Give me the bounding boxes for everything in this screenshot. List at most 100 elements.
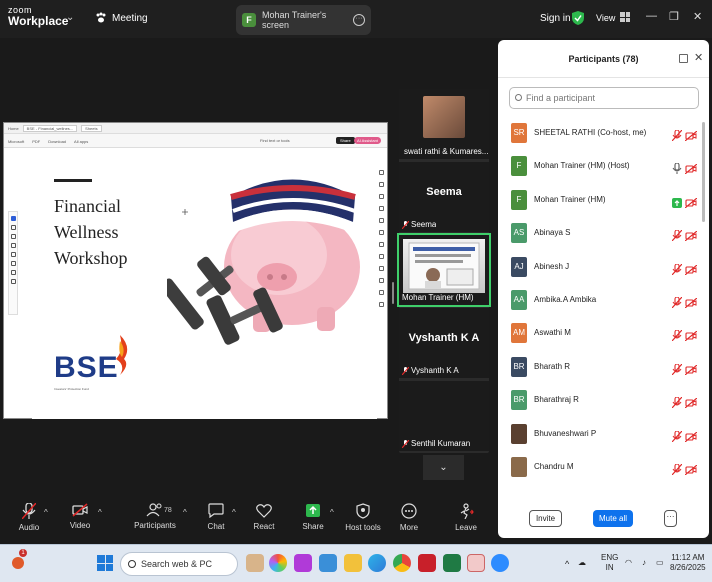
participant-row[interactable]: Chandru M	[498, 452, 709, 485]
minimize-button[interactable]: —	[646, 10, 657, 22]
video-off-icon[interactable]	[684, 328, 698, 346]
video-off-icon[interactable]	[684, 161, 698, 179]
video-off-icon[interactable]	[684, 228, 698, 246]
video-off-icon[interactable]	[684, 429, 698, 447]
collapse-tiles-button[interactable]: ⌄	[423, 455, 464, 480]
participants-options-caret[interactable]: ^	[183, 508, 187, 517]
mic-off-icon[interactable]	[671, 128, 683, 146]
mic-off-icon[interactable]	[671, 228, 683, 246]
video-off-icon[interactable]	[684, 195, 698, 213]
participant-row[interactable]: AM Aswathi M	[498, 318, 709, 351]
taskbar-search[interactable]: Search web & PC	[120, 552, 238, 576]
ai-assistant-button: AI Assistant	[354, 137, 381, 144]
tray-chevron-icon[interactable]: ^	[565, 559, 569, 569]
colorful-app-icon[interactable]	[269, 554, 287, 572]
close-button[interactable]: ✕	[693, 10, 702, 23]
chat-icon	[208, 503, 224, 518]
video-tile[interactable]: swati rathi & Kumares...	[399, 89, 489, 159]
mic-off-icon[interactable]	[671, 262, 683, 280]
maximize-button[interactable]: ❐	[669, 10, 679, 23]
leave-button[interactable]: Leave	[444, 503, 488, 532]
participant-row[interactable]: AJ Abinesh J	[498, 252, 709, 285]
mic-off-icon[interactable]	[671, 395, 683, 413]
excel-icon[interactable]	[443, 554, 461, 572]
video-tile[interactable]: Vyshanth K A Vyshanth K A	[399, 308, 489, 378]
participant-avatar	[511, 423, 527, 444]
video-off-icon[interactable]	[684, 262, 698, 280]
windows-taskbar: 1 Search web & PC ^ ☁ ENG IN ◠ ♪ ▭ 11:12…	[0, 544, 712, 582]
mic-off-icon[interactable]	[671, 295, 683, 313]
store-icon[interactable]	[294, 554, 312, 572]
security-shield-icon[interactable]	[572, 11, 584, 25]
participant-name: Vyshanth K A	[411, 366, 459, 375]
video-off-icon[interactable]	[684, 295, 698, 313]
video-tile-active-speaker[interactable]: Mohan Trainer (HM)	[397, 233, 491, 307]
weather-widget-icon[interactable]	[10, 555, 26, 571]
file-explorer-icon[interactable]	[344, 554, 362, 572]
close-panel-icon[interactable]: ✕	[694, 51, 703, 64]
network-icon[interactable]: ☁	[578, 558, 586, 568]
clock[interactable]: 11:12 AM 8/26/2025	[670, 553, 706, 573]
participant-display-name: Vyshanth K A	[408, 332, 480, 344]
battery-icon[interactable]: ▭	[656, 558, 664, 568]
zoom-app-icon[interactable]	[491, 554, 509, 572]
react-button[interactable]: React	[242, 503, 286, 531]
mute-all-button[interactable]: Mute all	[593, 510, 633, 527]
share-options-caret[interactable]: ^	[330, 508, 334, 517]
audio-options-caret[interactable]: ^	[44, 508, 48, 517]
participant-list-scrollbar[interactable]	[702, 122, 705, 222]
host-tools-button[interactable]: Host tools	[341, 503, 385, 532]
video-button[interactable]: Video	[58, 503, 102, 530]
video-off-icon[interactable]	[684, 395, 698, 413]
zoom-logo[interactable]: zoom Workplace	[8, 6, 68, 28]
language-indicator[interactable]: ENG IN	[601, 553, 618, 573]
view-button[interactable]: View	[596, 13, 615, 23]
participant-row[interactable]: Bhuvaneshwari P	[498, 419, 709, 452]
participant-row[interactable]: SR SHEETAL RATHI (Co-host, me)	[498, 118, 709, 151]
mic-off-icon[interactable]	[671, 328, 683, 346]
video-off-icon[interactable]	[684, 128, 698, 146]
participant-row[interactable]: F Mohan Trainer (HM)	[498, 185, 709, 218]
mic-on-icon[interactable]	[672, 161, 682, 179]
grid-view-icon[interactable]	[620, 12, 630, 22]
participant-row[interactable]: BR Bharathraj R	[498, 385, 709, 418]
copilot-icon[interactable]	[246, 554, 264, 572]
invite-button[interactable]: Invite	[529, 510, 562, 527]
chrome-icon[interactable]	[393, 554, 411, 572]
edge-icon[interactable]	[368, 554, 386, 572]
chevron-down-icon[interactable]: ⌄	[66, 12, 74, 23]
shared-screen-tab[interactable]: F Mohan Trainer's screen ···	[236, 5, 371, 35]
more-options-icon[interactable]: ···	[353, 14, 365, 26]
participant-search-input[interactable]: Find a participant	[509, 87, 699, 109]
video-options-caret[interactable]: ^	[98, 508, 102, 517]
mcafee-icon[interactable]	[418, 554, 436, 572]
video-off-icon[interactable]	[684, 462, 698, 480]
participant-row[interactable]: AS Abinaya S	[498, 218, 709, 251]
mic-off-icon[interactable]	[671, 429, 683, 447]
pop-out-icon[interactable]	[679, 54, 688, 63]
volume-icon[interactable]: ♪	[642, 558, 646, 568]
mic-off-icon[interactable]	[671, 462, 683, 480]
share-button[interactable]: Share	[291, 503, 335, 531]
active-app-icon[interactable]	[467, 554, 485, 572]
more-options-button[interactable]: ···	[664, 510, 677, 527]
outlook-icon[interactable]	[319, 554, 337, 572]
sign-in-link[interactable]: Sign in	[540, 13, 571, 24]
participant-name: Abinesh J	[534, 261, 570, 271]
participant-row[interactable]: F Mohan Trainer (HM) (Host)	[498, 151, 709, 184]
mic-off-icon[interactable]	[671, 362, 683, 380]
screen-share-icon[interactable]	[672, 195, 682, 213]
participants-footer: Invite Mute all ···	[498, 498, 709, 538]
video-tile[interactable]: Seema Seema	[399, 162, 489, 232]
wifi-icon[interactable]: ◠	[625, 558, 632, 568]
participant-row[interactable]: BR Bharath R	[498, 352, 709, 385]
video-tile[interactable]: Senthil Kumaran	[399, 381, 489, 451]
more-button[interactable]: More	[387, 503, 431, 532]
chat-options-caret[interactable]: ^	[232, 508, 236, 517]
panel-resize-handle[interactable]	[392, 282, 394, 304]
participant-row[interactable]: AA Ambika.A Ambika	[498, 285, 709, 318]
windows-start-icon[interactable]	[97, 555, 113, 571]
video-off-icon[interactable]	[684, 362, 698, 380]
meeting-tab[interactable]: Meeting	[95, 12, 148, 24]
shared-screen[interactable]: Home BSE - Financial_wellnes... Sheets M…	[3, 122, 388, 419]
